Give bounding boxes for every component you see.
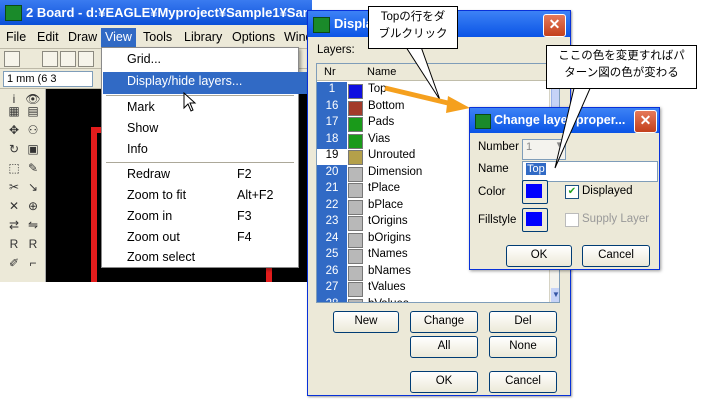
callout-change-color: ここの色を変更すればパ ターン図の色が変わる <box>546 45 697 89</box>
callout-pointer <box>554 83 593 169</box>
orange-arrow <box>384 85 453 107</box>
callout-double-click-top: Topの行をダ ブルクリック <box>368 6 458 49</box>
orange-arrowhead-icon <box>446 96 470 113</box>
